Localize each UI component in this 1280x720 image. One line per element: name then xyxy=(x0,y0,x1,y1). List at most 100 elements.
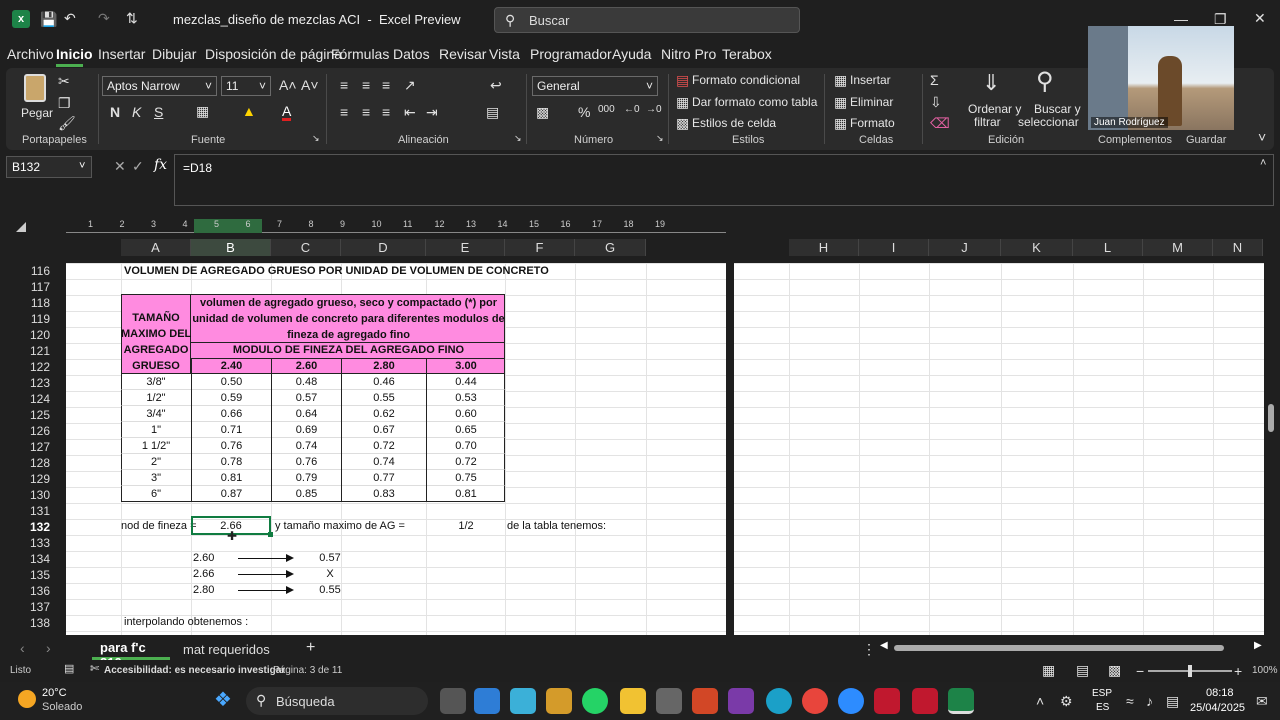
find-select-label-2[interactable]: seleccionar xyxy=(1018,115,1079,129)
start-icon[interactable]: ❖ xyxy=(214,690,232,710)
comma-style-icon[interactable]: 000 xyxy=(598,105,615,115)
row-header[interactable]: 125 xyxy=(0,407,60,423)
lang-2[interactable]: ES xyxy=(1096,702,1109,713)
increase-decimal-icon[interactable]: ←0 xyxy=(624,105,640,115)
taskbar-search[interactable]: ⚲ Búsqueda xyxy=(246,687,428,715)
increase-indent-icon[interactable]: ⇥ xyxy=(426,105,438,119)
column-header[interactable]: F xyxy=(505,239,575,256)
horizontal-scrollbar[interactable]: ◀ ▶ xyxy=(880,640,1264,652)
macro-icon[interactable]: ▤ xyxy=(64,664,74,675)
snipping-icon[interactable] xyxy=(728,688,754,714)
zoom-level[interactable]: 100% xyxy=(1252,665,1278,676)
maximize-icon[interactable]: ❐ xyxy=(1214,12,1227,26)
column-header[interactable]: E xyxy=(426,239,505,256)
menu-nitro[interactable]: Nitro Pro xyxy=(661,46,716,62)
format-as-table-button[interactable]: Dar formato como tabla xyxy=(692,95,817,109)
menu-terabox[interactable]: Terabox xyxy=(722,46,772,62)
menu-insertar[interactable]: Insertar xyxy=(98,46,145,62)
align-top-icon[interactable]: ≡ xyxy=(340,78,348,92)
column-header[interactable]: B xyxy=(191,239,271,256)
lang-1[interactable]: ESP xyxy=(1092,688,1112,699)
alignment-dialog-icon[interactable]: ↘ xyxy=(514,134,522,143)
font-name-select[interactable]: Aptos Narrow ˅ xyxy=(102,76,217,96)
row-header[interactable]: 131 xyxy=(0,503,60,519)
row-header[interactable]: 126 xyxy=(0,423,60,439)
more-options-icon[interactable]: ⋮ xyxy=(862,642,876,656)
widgets-icon[interactable] xyxy=(474,688,500,714)
excel-taskbar-icon[interactable] xyxy=(948,688,974,714)
border-icon[interactable]: ▦ xyxy=(196,104,209,118)
fx-icon[interactable]: fx xyxy=(154,157,167,173)
close-icon[interactable]: ✕ xyxy=(1254,11,1266,25)
app-icon-r-2[interactable] xyxy=(912,688,938,714)
row-header[interactable]: 128 xyxy=(0,455,60,471)
cut-icon[interactable]: ✂ xyxy=(58,74,70,88)
next-sheet-icon[interactable]: › xyxy=(46,641,51,655)
scrollbar-thumb[interactable] xyxy=(1268,404,1274,432)
minimize-icon[interactable]: — xyxy=(1174,12,1188,26)
format-cells-button[interactable]: Formato xyxy=(850,116,895,130)
orientation-icon[interactable]: ↗ xyxy=(404,78,416,92)
file-explorer-icon[interactable] xyxy=(620,688,646,714)
name-box-dropdown-icon[interactable]: ˅ xyxy=(79,160,85,172)
status-accessibility[interactable]: Accesibilidad: es necesario investigar xyxy=(104,665,285,676)
row-header[interactable]: 134 xyxy=(0,551,60,567)
menu-formulas[interactable]: Fórmulas xyxy=(331,46,389,62)
italic-icon[interactable]: K xyxy=(132,105,141,119)
scroll-left-icon[interactable]: ◀ xyxy=(880,640,888,651)
column-header[interactable]: D xyxy=(341,239,426,256)
merge-center-icon[interactable]: ▤ xyxy=(486,105,499,119)
number-format-select[interactable]: General ˅ xyxy=(532,76,658,96)
font-dialog-icon[interactable]: ↘ xyxy=(312,134,320,143)
insert-cells-button[interactable]: Insertar xyxy=(850,73,891,87)
row-header[interactable]: 119 xyxy=(0,311,60,327)
number-dialog-icon[interactable]: ↘ xyxy=(656,134,664,143)
powerpoint-icon[interactable] xyxy=(692,688,718,714)
column-header[interactable]: I xyxy=(859,239,929,256)
row-header[interactable]: 121 xyxy=(0,343,60,359)
column-header[interactable]: A xyxy=(121,239,191,256)
task-view-icon[interactable] xyxy=(440,688,466,714)
column-header[interactable]: N xyxy=(1213,239,1263,256)
grow-font-icon[interactable]: A˄ xyxy=(279,78,297,92)
column-header[interactable]: G xyxy=(575,239,646,256)
store-icon[interactable] xyxy=(510,688,536,714)
menu-ayuda[interactable]: Ayuda xyxy=(612,46,651,62)
column-header[interactable]: J xyxy=(929,239,1001,256)
fill-color-icon[interactable]: ▲ xyxy=(242,104,256,118)
row-header[interactable]: 135 xyxy=(0,567,60,583)
row-header[interactable]: 124 xyxy=(0,391,60,407)
font-size-select[interactable]: 11 ˅ xyxy=(221,76,271,96)
menu-archivo[interactable]: Archivo xyxy=(7,46,54,62)
customize-toolbar-icon[interactable]: ⇅ xyxy=(126,11,138,25)
autosum-icon[interactable]: Σ xyxy=(930,73,939,87)
fill-handle[interactable] xyxy=(268,532,273,537)
page-layout-view-icon[interactable]: ▤ xyxy=(1076,663,1089,677)
volume-icon[interactable]: ♪ xyxy=(1146,694,1153,708)
align-center-icon[interactable]: ≡ xyxy=(362,105,370,119)
zoom-out-icon[interactable]: − xyxy=(1136,664,1144,678)
clear-icon[interactable]: ⌫ xyxy=(930,116,950,130)
zoom-app-icon[interactable] xyxy=(838,688,864,714)
tray-chevron-icon[interactable]: ˄ xyxy=(1036,694,1044,708)
delete-cells-button[interactable]: Eliminar xyxy=(850,95,893,109)
sort-filter-label-2[interactable]: filtrar xyxy=(974,115,1001,129)
save-icon[interactable]: 💾 xyxy=(40,12,57,26)
menu-datos[interactable]: Datos xyxy=(393,46,430,62)
redo-icon[interactable]: ↷ xyxy=(98,11,110,25)
search-box[interactable]: ⚲ Buscar xyxy=(494,7,800,33)
row-header[interactable]: 136 xyxy=(0,583,60,599)
column-header[interactable]: K xyxy=(1001,239,1073,256)
decrease-indent-icon[interactable]: ⇤ xyxy=(404,105,416,119)
tab-para-fc-210[interactable]: para f'c 210 xyxy=(92,636,170,670)
row-header[interactable]: 132 xyxy=(0,519,60,535)
menu-disposicion[interactable]: Disposición de página xyxy=(205,46,342,62)
app-icon-r-1[interactable] xyxy=(874,688,900,714)
copy-icon[interactable]: ❐ xyxy=(58,96,71,110)
expand-formula-icon[interactable]: ˄ xyxy=(1260,158,1266,169)
row-header[interactable]: 133 xyxy=(0,535,60,551)
row-header[interactable]: 118 xyxy=(0,295,60,311)
cancel-icon[interactable]: ✕ xyxy=(114,159,126,173)
zoom-in-icon[interactable]: + xyxy=(1234,664,1242,678)
edge-icon[interactable] xyxy=(766,688,792,714)
